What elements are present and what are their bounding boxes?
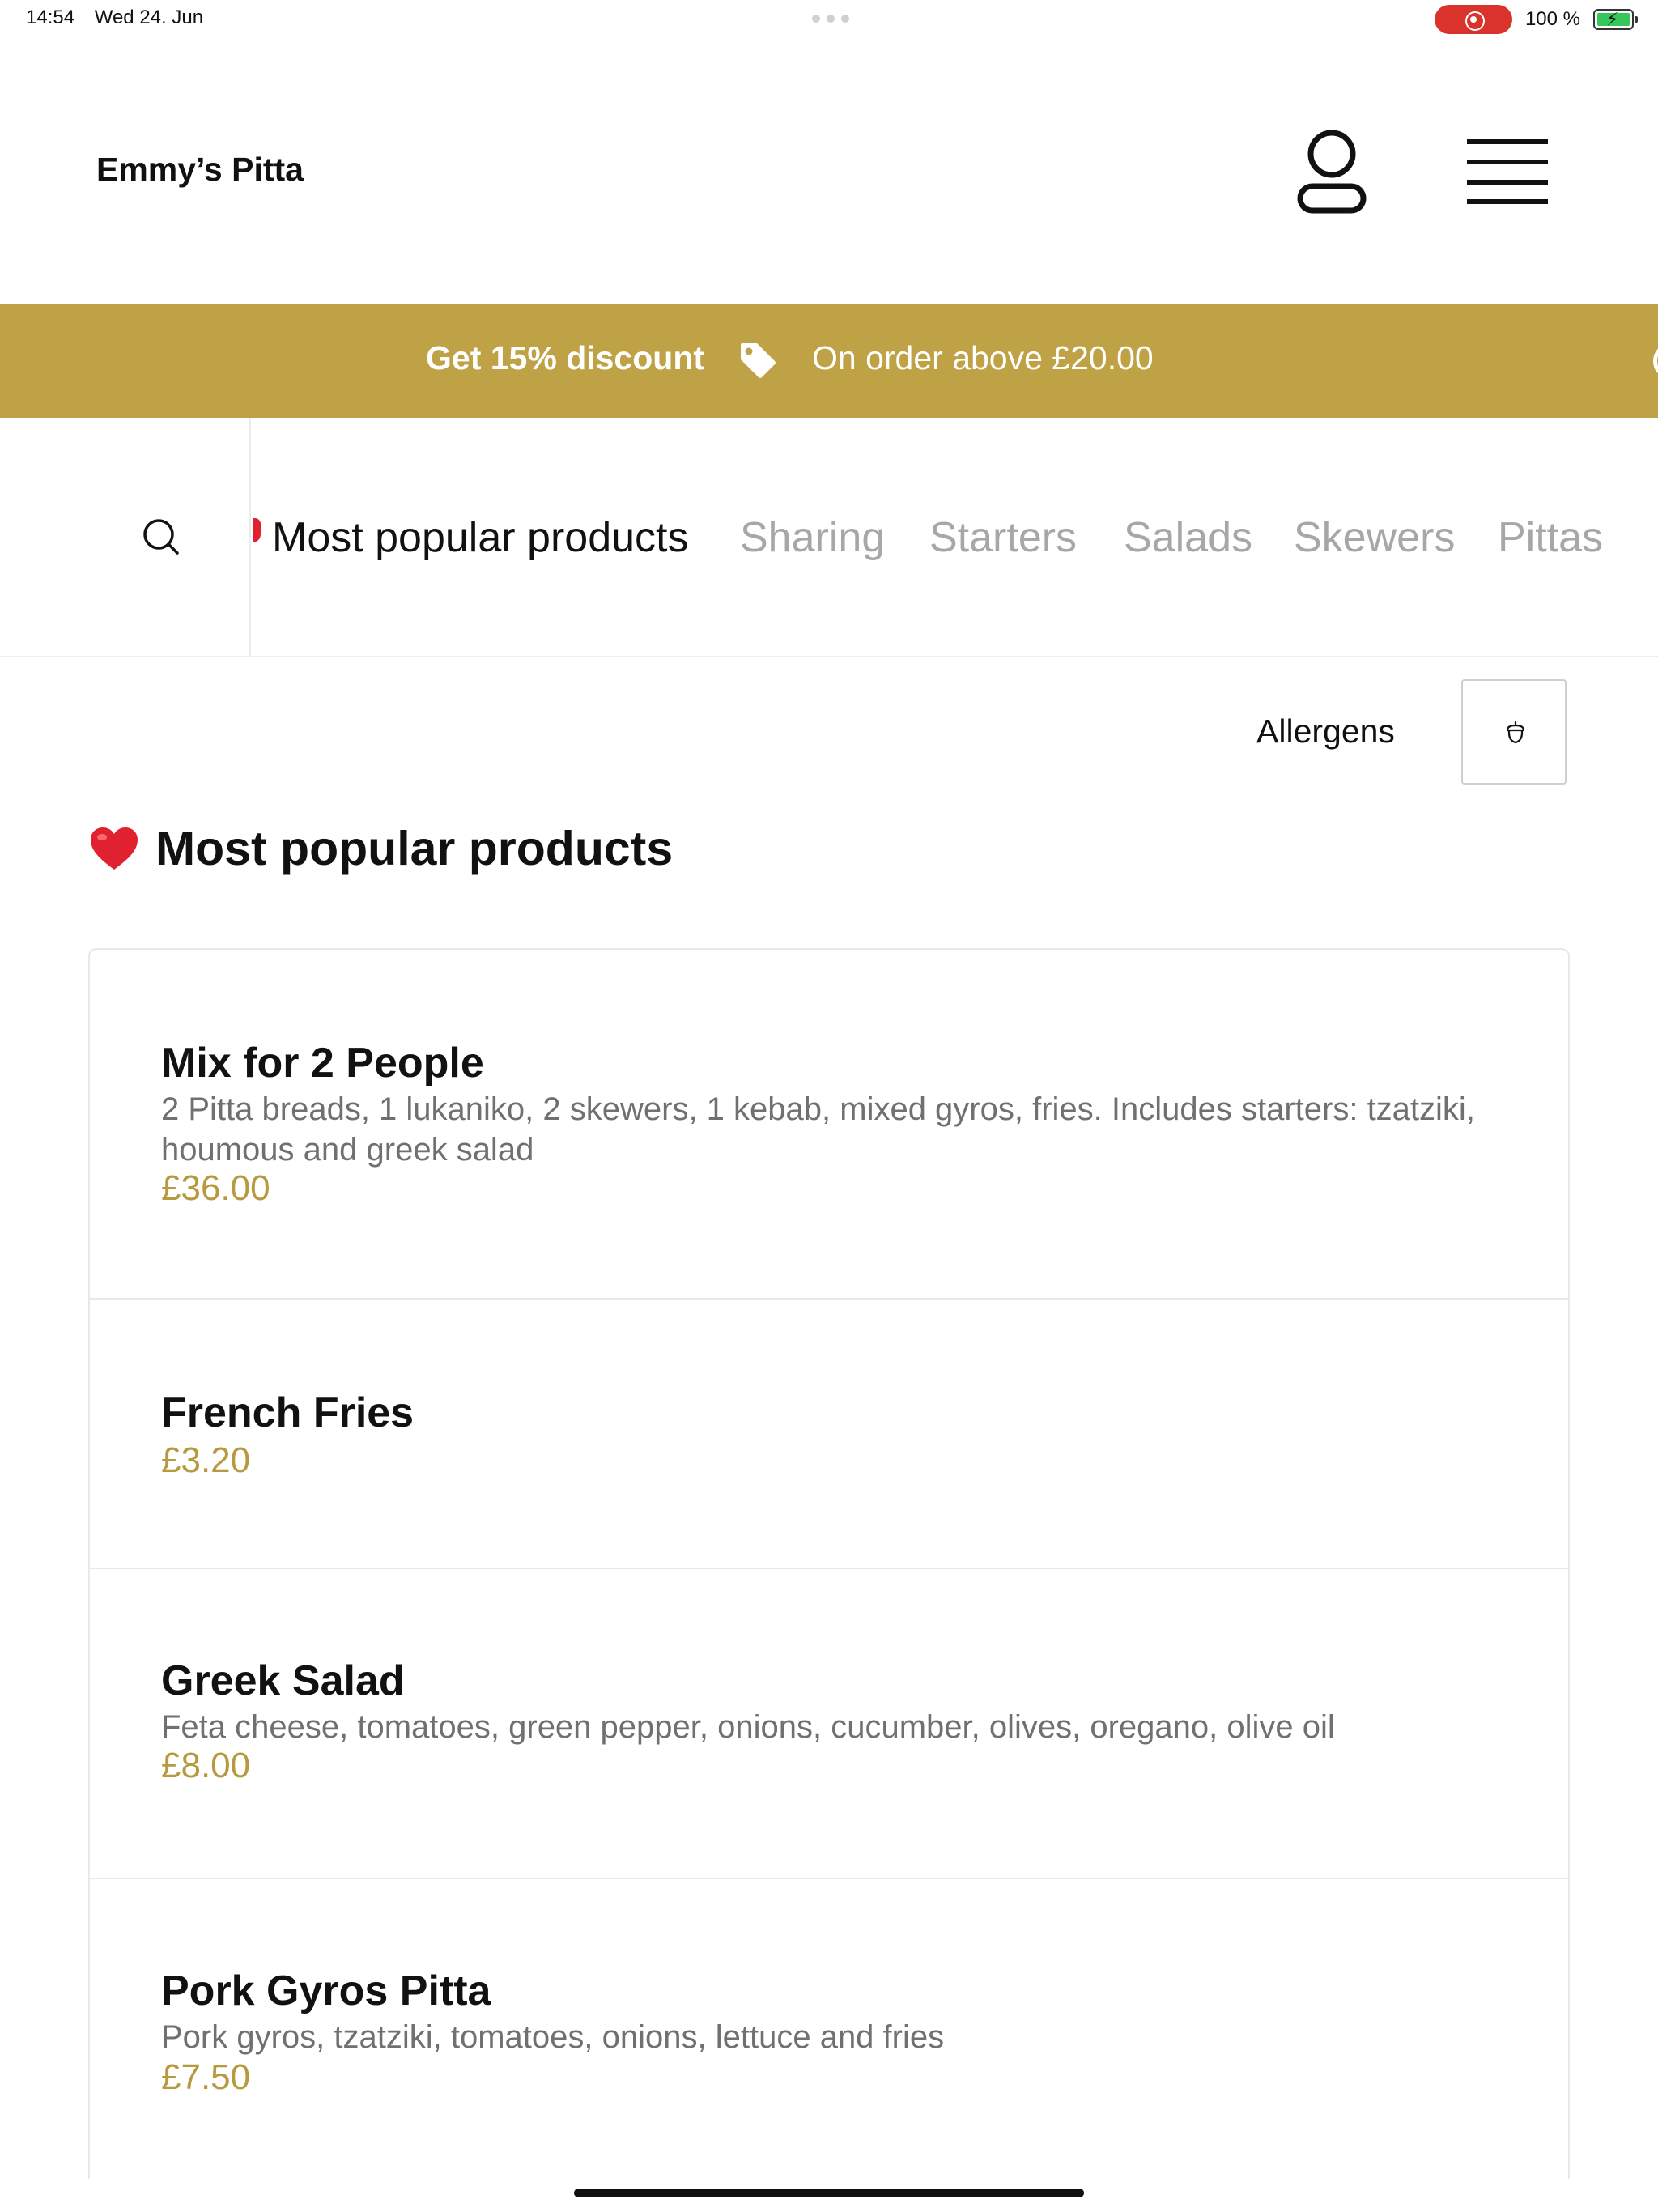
product-card-pork-gyros-pitta[interactable]: Pork Gyros Pitta Pork gyros, tzatziki, t… [90, 1879, 1568, 2179]
menu-icon[interactable] [1467, 138, 1548, 206]
product-price: £36.00 [161, 1168, 270, 1208]
tab-pittas[interactable]: Pittas [1498, 513, 1603, 562]
product-price: £3.20 [161, 1440, 251, 1480]
product-price: £7.50 [161, 2057, 251, 2097]
status-bar: 14:54 Wed 24. Jun 100 % ⚡ [0, 0, 1658, 39]
tab-sharing[interactable]: Sharing [740, 513, 885, 562]
tag-icon [741, 343, 776, 378]
status-date: Wed 24. Jun [94, 6, 204, 28]
search-icon [143, 519, 179, 555]
product-name: French Fries [161, 1389, 414, 1436]
product-description: Feta cheese, tomatoes, green pepper, oni… [161, 1709, 1335, 1745]
tab-salads[interactable]: Salads [1124, 513, 1252, 562]
category-bar: Most popular products Sharing Starters S… [0, 418, 1658, 657]
product-description: 2 Pitta breads, 1 lukaniko, 2 skewers, 1… [161, 1091, 1475, 1168]
category-tabs[interactable]: Most popular products Sharing Starters S… [253, 418, 1658, 656]
discount-title: Get 15% discount [426, 339, 705, 376]
restaurant-menu-page: 14:54 Wed 24. Jun 100 % ⚡ Emmy’s Pitta G [0, 0, 1658, 2212]
status-right: 100 % ⚡ [1434, 5, 1638, 34]
tab-starters[interactable]: Starters [929, 513, 1077, 562]
next-promo-indicator-icon [1653, 346, 1658, 376]
section-title: Most popular products [89, 821, 673, 876]
allergens-button[interactable] [1461, 679, 1567, 785]
product-name: Greek Salad [161, 1657, 405, 1704]
multitasking-dots-icon[interactable] [812, 15, 849, 23]
product-card-french-fries[interactable]: French Fries £3.20 [90, 1300, 1568, 1569]
home-indicator[interactable] [574, 2189, 1084, 2197]
product-description: Pork gyros, tzatziki, tomatoes, onions, … [161, 2019, 945, 2055]
heart-icon [91, 827, 138, 870]
brand-name[interactable]: Emmy’s Pitta [96, 151, 304, 189]
product-list: Mix for 2 People 2 Pitta breads, 1 lukan… [88, 948, 1570, 2179]
battery-charging-icon: ⚡ [1593, 9, 1638, 30]
product-card-greek-salad[interactable]: Greek Salad Feta cheese, tomatoes, green… [90, 1569, 1568, 1879]
acorn-icon [1506, 721, 1525, 744]
user-icon[interactable] [1295, 128, 1368, 217]
allergens-label: Allergens [1256, 713, 1395, 750]
discount-condition: On order above £20.00 [812, 339, 1154, 376]
status-left: 14:54 Wed 24. Jun [26, 6, 218, 29]
search-button[interactable] [0, 418, 251, 656]
discount-banner[interactable]: Get 15% discount On order above £20.00 [0, 304, 1658, 418]
tab-most-popular[interactable]: Most popular products [272, 513, 689, 562]
site-header: Emmy’s Pitta [0, 97, 1658, 251]
product-card-mix-for-2[interactable]: Mix for 2 People 2 Pitta breads, 1 lukan… [90, 950, 1568, 1300]
tab-skewers[interactable]: Skewers [1294, 513, 1455, 562]
section-title-text: Most popular products [155, 822, 674, 875]
battery-percentage: 100 % [1524, 8, 1580, 30]
status-time: 14:54 [26, 6, 75, 28]
product-name: Pork Gyros Pitta [161, 1967, 491, 2014]
product-price: £8.00 [161, 1746, 251, 1785]
heart-icon [253, 518, 261, 542]
product-name: Mix for 2 People [161, 1040, 484, 1087]
screen-recording-icon[interactable] [1434, 5, 1512, 34]
